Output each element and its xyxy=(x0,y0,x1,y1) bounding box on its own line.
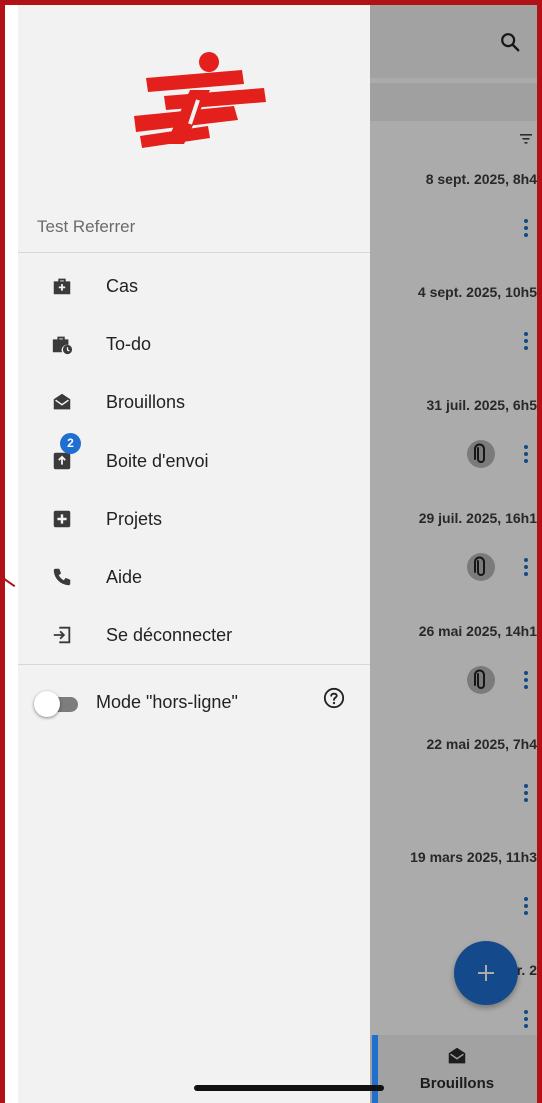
screenshot-frame xyxy=(0,0,542,1103)
